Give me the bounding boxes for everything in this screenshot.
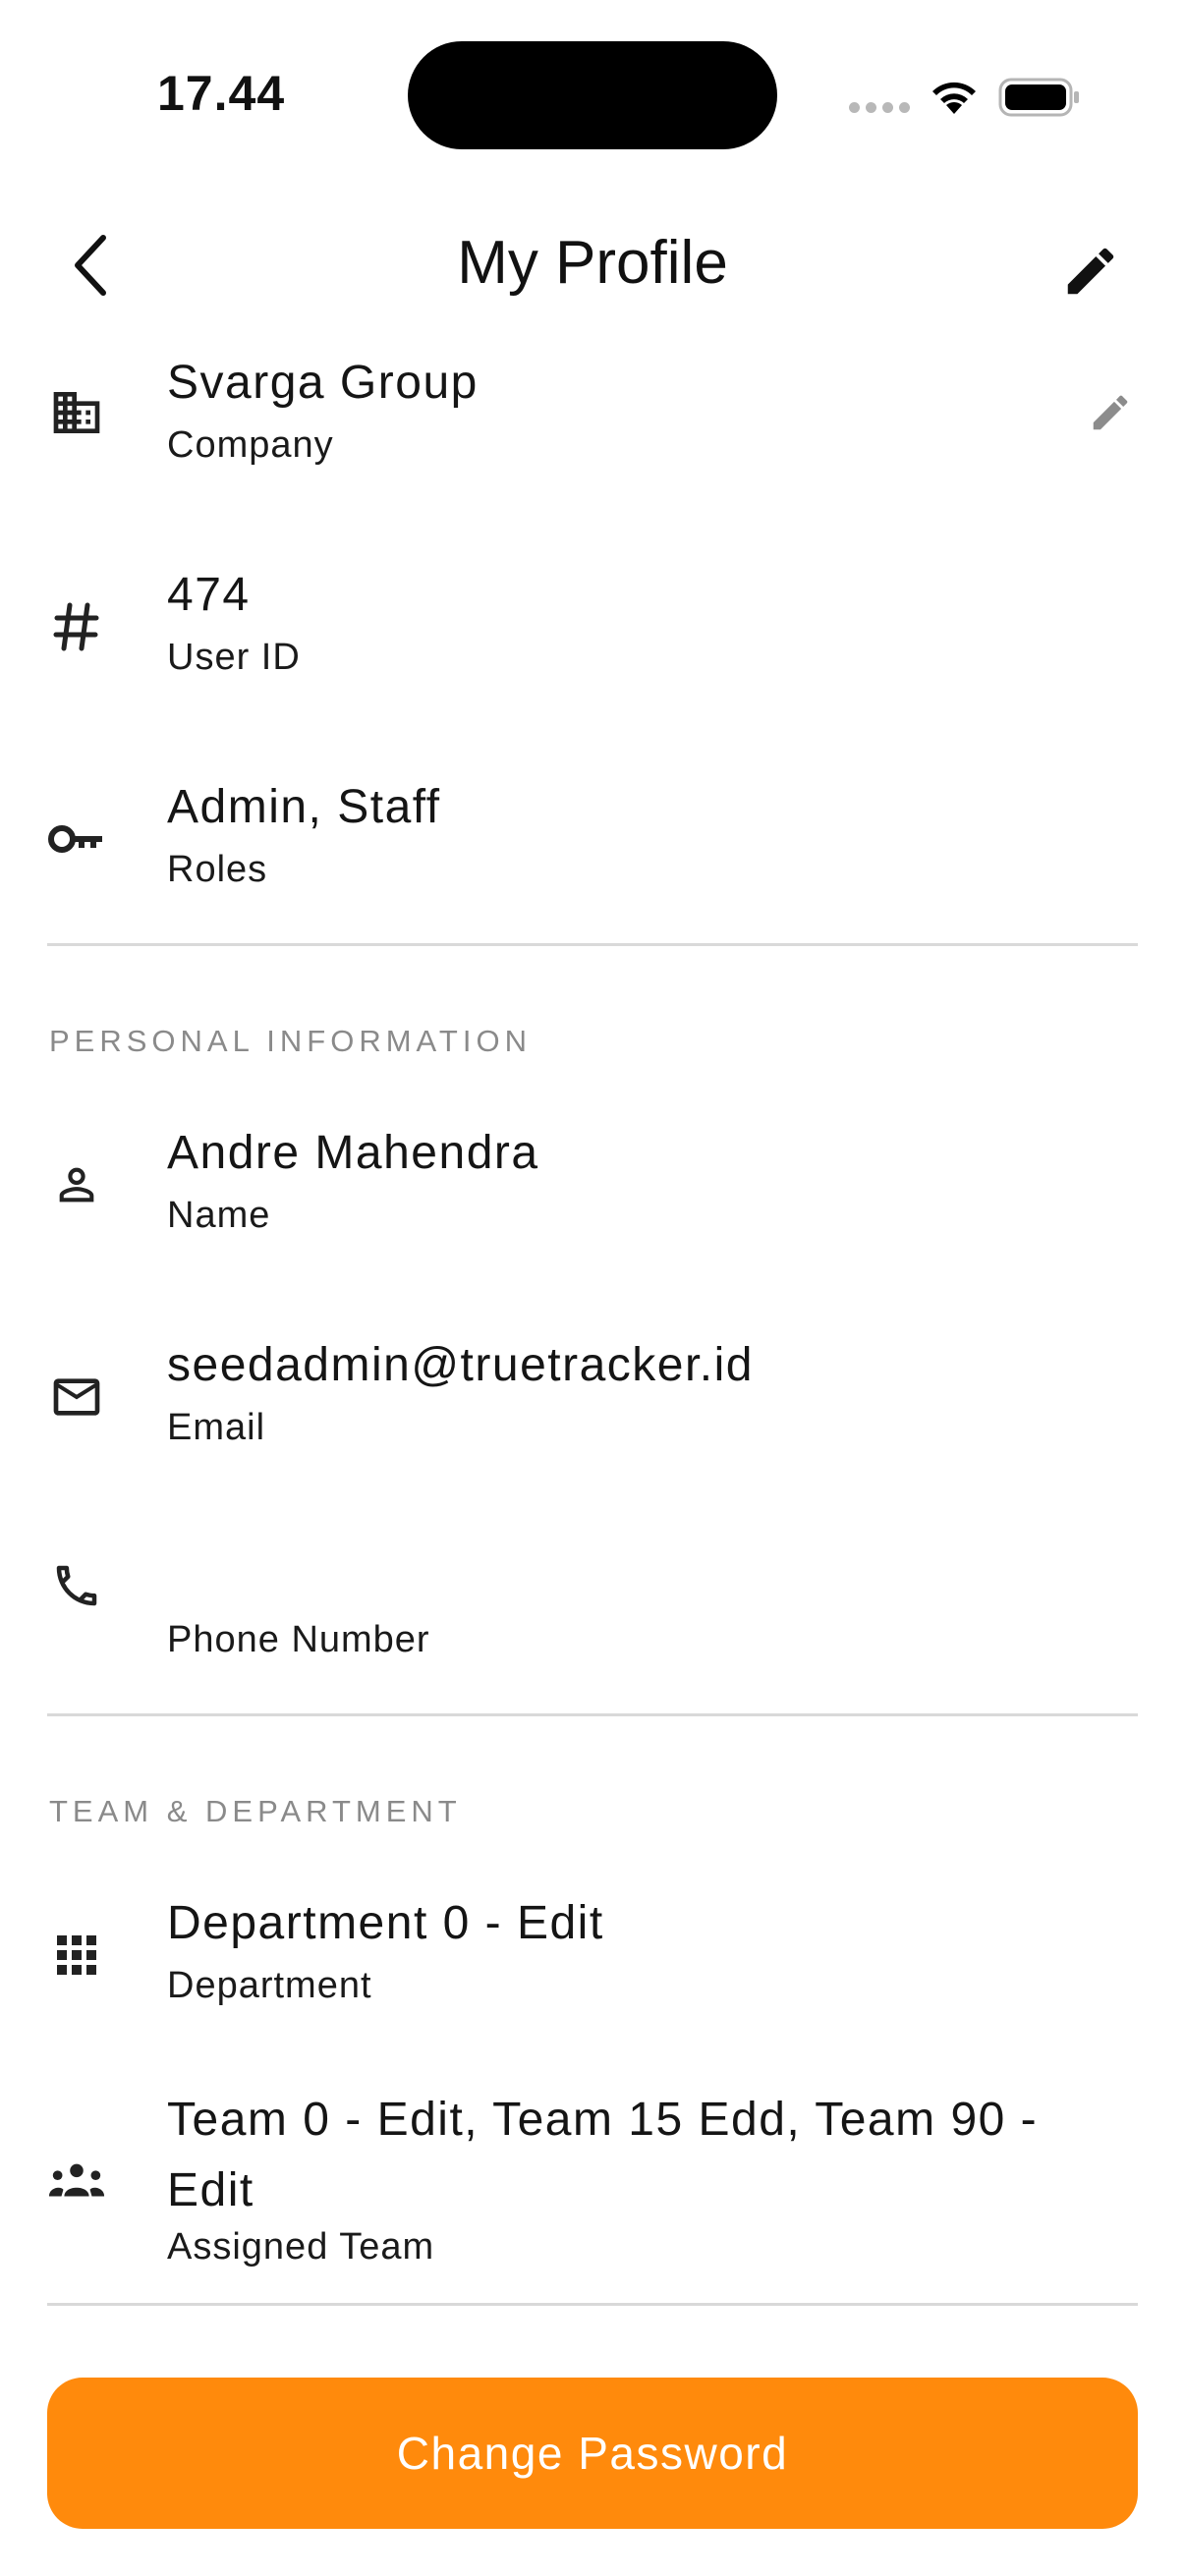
- wifi-icon: [932, 82, 976, 114]
- department-value: Department 0 - Edit: [167, 1897, 604, 1949]
- mail-icon: [47, 1368, 106, 1427]
- dynamic-island: [408, 41, 777, 149]
- pencil-icon: [1093, 395, 1128, 430]
- email-row: seedadmin@truetracker.id Email: [0, 1336, 1185, 1474]
- divider: [47, 2303, 1138, 2306]
- user-id-value: 474: [167, 569, 251, 621]
- department-row: Department 0 - Edit Department: [0, 1894, 1185, 2032]
- phone-row: Phone Number: [0, 1548, 1185, 1686]
- roles-value: Admin, Staff: [167, 781, 441, 833]
- page-title: My Profile: [457, 229, 728, 297]
- personal-info-heading: PERSONAL INFORMATION: [49, 1024, 532, 1058]
- nav-bar: My Profile: [0, 196, 1185, 334]
- cellular-signal-icon: [849, 102, 910, 113]
- divider: [47, 943, 1138, 946]
- key-icon: [47, 810, 106, 868]
- edit-profile-button[interactable]: [1051, 232, 1130, 310]
- divider: [47, 1713, 1138, 1716]
- name-row: Andre Mahendra Name: [0, 1124, 1185, 1261]
- roles-row: Admin, Staff Roles: [0, 778, 1185, 916]
- name-value: Andre Mahendra: [167, 1127, 539, 1179]
- assigned-team-value: Team 0 - Edit, Team 15 Edd, Team 90 - Ed…: [167, 2094, 1039, 2216]
- company-value: Svarga Group: [167, 357, 479, 409]
- change-password-button[interactable]: Change Password: [47, 2378, 1138, 2529]
- groups-icon: [47, 2152, 106, 2211]
- phone-icon: [47, 1556, 106, 1615]
- edit-company-button[interactable]: [1083, 385, 1138, 440]
- phone-label: Phone Number: [167, 1619, 430, 1660]
- company-label: Company: [167, 424, 334, 466]
- department-label: Department: [167, 1965, 372, 2006]
- roles-label: Roles: [167, 849, 268, 890]
- status-time: 17.44: [157, 66, 286, 121]
- email-value: seedadmin@truetracker.id: [167, 1339, 754, 1391]
- person-icon: [47, 1155, 106, 1214]
- hash-icon: [47, 597, 106, 656]
- company-row: Svarga Group Company: [0, 354, 1185, 491]
- team-department-heading: TEAM & DEPARTMENT: [49, 1794, 462, 1828]
- building-icon: [47, 383, 106, 442]
- user-id-row: 474 User ID: [0, 566, 1185, 703]
- battery-icon: [998, 78, 1079, 117]
- user-id-label: User ID: [167, 637, 301, 678]
- assigned-team-row: Team 0 - Edit, Team 15 Edd, Team 90 - Ed…: [0, 2087, 1185, 2283]
- assigned-team-label: Assigned Team: [167, 2226, 435, 2268]
- grid-icon: [47, 1926, 106, 1985]
- name-label: Name: [167, 1195, 271, 1236]
- pencil-icon: [1067, 248, 1114, 295]
- email-label: Email: [167, 1407, 266, 1448]
- status-bar: 17.44: [0, 0, 1185, 187]
